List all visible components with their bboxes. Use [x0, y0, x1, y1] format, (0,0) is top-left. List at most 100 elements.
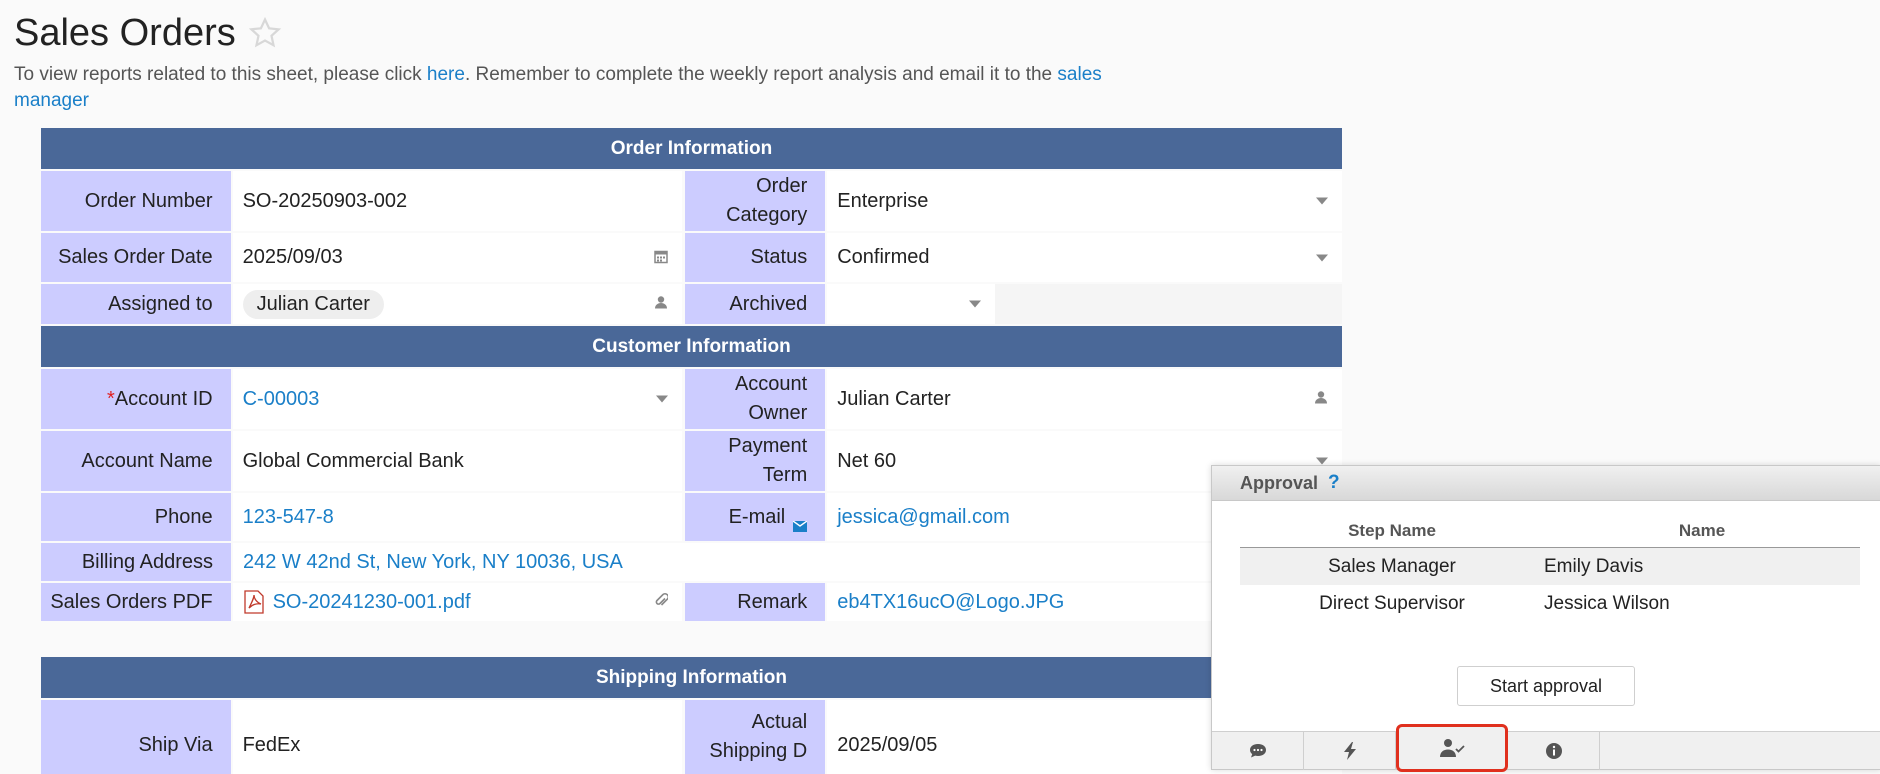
email-link[interactable]: jessica@gmail.com [837, 506, 1010, 529]
order-number-label: Order Number [41, 171, 231, 231]
approver-name-cell: Emily Davis [1544, 555, 1644, 577]
actual-shipping-label: Actual Shipping D [684, 700, 826, 774]
pdf-file-icon [243, 590, 265, 614]
status-value: Confirmed [837, 246, 930, 268]
account-id-link[interactable]: C-00003 [243, 388, 320, 411]
form-row: Phone 123-547-8 E-mail jessica@gmail.com [41, 493, 1342, 541]
sales-order-form: Order Information Order Number SO-202509… [41, 128, 1342, 774]
table-row[interactable]: Sales Manager Emily Davis [1240, 548, 1860, 585]
approver-name-cell: Jessica Wilson [1544, 592, 1670, 614]
account-name-field[interactable]: Global Commercial Bank [232, 431, 682, 491]
form-row: Assigned to Julian Carter Archived [41, 284, 1342, 324]
email-label: E-mail [684, 493, 826, 541]
archived-select[interactable] [827, 284, 995, 324]
comment-icon[interactable] [1212, 732, 1304, 770]
approval-table-header: Step Name Name [1240, 514, 1860, 548]
empty-cell [994, 284, 1342, 324]
order-number-field[interactable]: SO-20250903-002 [232, 171, 682, 231]
user-icon[interactable] [1314, 391, 1328, 408]
chevron-down-icon[interactable] [655, 395, 668, 403]
chevron-down-icon[interactable] [1316, 197, 1328, 205]
chevron-down-icon[interactable] [1316, 457, 1328, 465]
mail-icon [792, 512, 808, 532]
account-name-value: Global Commercial Bank [242, 449, 464, 472]
account-id-select[interactable]: C-00003 [232, 369, 682, 429]
archived-label: Archived [684, 284, 826, 324]
order-number-value: SO-20250903-002 [242, 189, 408, 212]
approval-panel: Approval ? Step Name Name Sales Manager … [1211, 465, 1880, 772]
help-icon[interactable]: ? [1328, 472, 1340, 494]
ship-via-label: Ship Via [41, 700, 231, 774]
order-category-label: Order Category [684, 171, 826, 231]
account-owner-label: Account Owner [684, 369, 826, 429]
step-name-cell: Direct Supervisor [1319, 592, 1465, 614]
section-shipping-information: Shipping Information [41, 657, 1342, 698]
billing-address-link[interactable]: 242 W 42nd St, New York, NY 10036, USA [243, 551, 623, 574]
payment-term-label: Payment Term [684, 431, 826, 491]
chevron-down-icon[interactable] [968, 300, 981, 308]
name-header: Name [1678, 520, 1726, 540]
form-row: Billing Address 242 W 42nd St, New York,… [41, 543, 1342, 581]
remark-label: Remark [684, 583, 826, 621]
form-row: Account Name Global Commercial Bank Paym… [41, 431, 1342, 491]
lightning-icon[interactable] [1304, 732, 1396, 770]
info-icon[interactable] [1508, 732, 1600, 770]
step-name-cell: Sales Manager [1328, 555, 1456, 577]
assigned-to-label: Assigned to [41, 284, 231, 324]
approval-toolbar [1212, 724, 1880, 772]
start-approval-button[interactable]: Start approval [1457, 666, 1635, 706]
required-marker: * [106, 387, 115, 410]
approval-title: Approval [1240, 472, 1319, 493]
page-title: Sales Orders [14, 11, 236, 54]
pdf-file-link[interactable]: SO-20241230-001.pdf [273, 591, 471, 614]
calendar-icon[interactable] [653, 249, 668, 266]
form-row: Sales Orders PDF SO-20241230-001.pdf Rem… [41, 583, 1342, 621]
payment-term-value: Net 60 [837, 449, 897, 472]
assigned-user-chip[interactable]: Julian Carter [242, 289, 384, 319]
intro-text: To view reports related to this sheet, p… [14, 62, 1164, 114]
account-name-label: Account Name [41, 431, 231, 491]
intro-part: . Remember to complete the weekly report… [464, 64, 1058, 85]
sales-order-date-value: 2025/09/03 [242, 246, 343, 268]
chevron-down-icon[interactable] [1316, 254, 1328, 261]
order-category-select[interactable]: Enterprise [827, 171, 1342, 231]
form-row: Sales Order Date 2025/09/03 Status Confi… [41, 233, 1342, 282]
billing-address-label: Billing Address [41, 543, 231, 581]
billing-address-field[interactable]: 242 W 42nd St, New York, NY 10036, USA [233, 543, 1342, 581]
status-label: Status [684, 233, 826, 282]
form-row: * Account ID C-00003 Account Owner Julian… [41, 369, 1342, 429]
actual-shipping-value: 2025/09/05 [837, 733, 938, 756]
account-id-label: * Account ID [41, 369, 231, 429]
table-row[interactable]: Direct Supervisor Jessica Wilson [1240, 585, 1860, 622]
here-link[interactable]: here [427, 64, 465, 85]
order-category-value: Enterprise [837, 189, 929, 212]
account-owner-field[interactable]: Julian Carter [827, 369, 1342, 429]
form-row: Order Number SO-20250903-002 Order Categ… [41, 171, 1342, 231]
section-order-information: Order Information [41, 128, 1342, 169]
step-name-header: Step Name [1348, 520, 1436, 540]
paperclip-icon[interactable] [654, 593, 669, 612]
form-row: Ship Via FedEx Actual Shipping D 2025/09… [41, 700, 1342, 774]
section-customer-information: Customer Information [41, 326, 1342, 367]
approval-header: Approval ? [1212, 466, 1880, 501]
ship-via-field[interactable]: FedEx [232, 700, 682, 774]
pdf-field[interactable]: SO-20241230-001.pdf [232, 583, 682, 621]
phone-link[interactable]: 123-547-8 [243, 506, 334, 529]
phone-field[interactable]: 123-547-8 [232, 493, 682, 541]
sales-order-date-label: Sales Order Date [41, 233, 231, 282]
status-select[interactable]: Confirmed [827, 233, 1342, 282]
ship-via-value: FedEx [242, 733, 301, 756]
intro-part: To view reports related to this sheet, p… [14, 64, 427, 85]
pdf-label: Sales Orders PDF [41, 583, 231, 621]
user-icon[interactable] [654, 296, 668, 313]
account-owner-value: Julian Carter [837, 387, 951, 410]
phone-label: Phone [41, 493, 231, 541]
remark-link[interactable]: eb4TX16ucO@Logo.JPG [837, 591, 1064, 614]
sales-order-date-field[interactable]: 2025/09/03 [232, 233, 682, 282]
star-icon[interactable] [248, 16, 282, 50]
assigned-to-field[interactable]: Julian Carter [232, 284, 682, 324]
account-id-label-text: Account ID [114, 387, 213, 410]
email-label-text: E-mail [728, 505, 786, 528]
user-check-icon[interactable] [1396, 724, 1508, 772]
